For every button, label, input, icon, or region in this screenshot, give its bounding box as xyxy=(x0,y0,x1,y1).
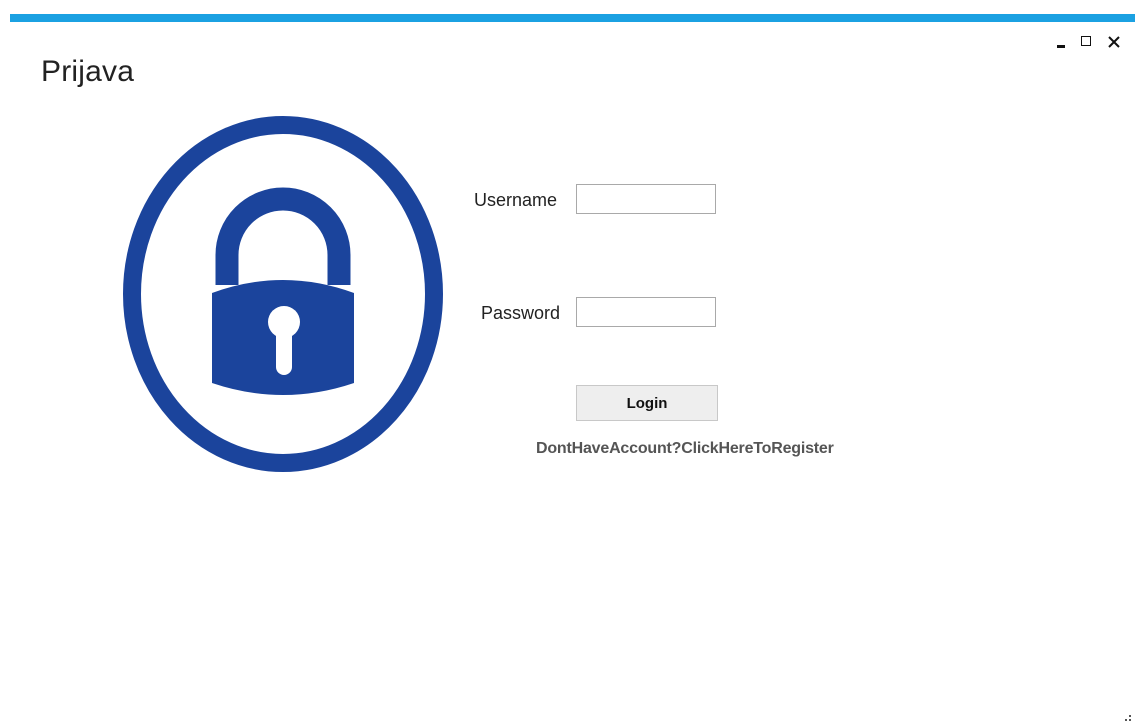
password-label: Password xyxy=(481,303,561,323)
login-button[interactable]: Login xyxy=(576,385,718,421)
username-label: Username xyxy=(474,190,558,210)
window-accent-bar xyxy=(10,14,1135,22)
minimize-icon[interactable] xyxy=(1049,30,1075,54)
window-controls xyxy=(1049,30,1127,54)
password-field[interactable] xyxy=(576,297,716,327)
maximize-icon[interactable] xyxy=(1075,30,1101,54)
close-icon[interactable] xyxy=(1101,30,1127,54)
resize-grip-icon[interactable] xyxy=(1121,711,1131,721)
register-link[interactable]: DontHaveAccount?ClickHereToRegister xyxy=(536,440,834,458)
login-window: Prijava Username Password Login DontHave… xyxy=(0,0,1135,727)
page-title: Prijava xyxy=(41,55,135,88)
padlock-icon xyxy=(122,115,444,473)
username-field[interactable] xyxy=(576,184,716,214)
